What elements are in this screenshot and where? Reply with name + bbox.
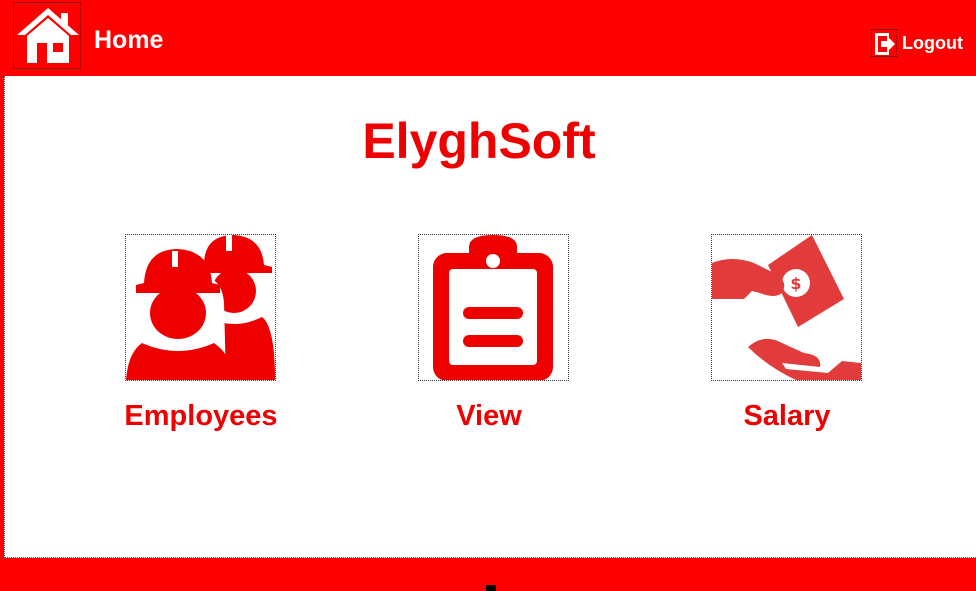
view-tile[interactable] <box>418 234 569 381</box>
main-panel: ElyghSoft Employees View $ Salary <box>4 76 976 558</box>
logout-button[interactable]: Logout <box>871 28 963 58</box>
svg-text:$: $ <box>790 274 801 293</box>
page-title: Home <box>94 26 164 54</box>
footer-bar <box>486 585 496 591</box>
salary-label[interactable]: Salary <box>687 398 887 434</box>
view-label[interactable]: View <box>389 398 589 434</box>
logout-label: Logout <box>902 32 963 53</box>
clipboard-icon <box>433 235 553 380</box>
logout-icon <box>871 29 897 57</box>
money-hand-icon: $ <box>712 235 861 380</box>
brand-title: ElyghSoft <box>362 113 596 169</box>
home-button[interactable] <box>13 2 81 69</box>
home-icon <box>17 8 79 63</box>
top-bar: Home Logout <box>0 0 976 76</box>
workers-icon <box>126 235 275 380</box>
employees-tile[interactable] <box>125 234 276 381</box>
employees-label[interactable]: Employees <box>101 398 301 434</box>
salary-tile[interactable]: $ <box>711 234 862 381</box>
